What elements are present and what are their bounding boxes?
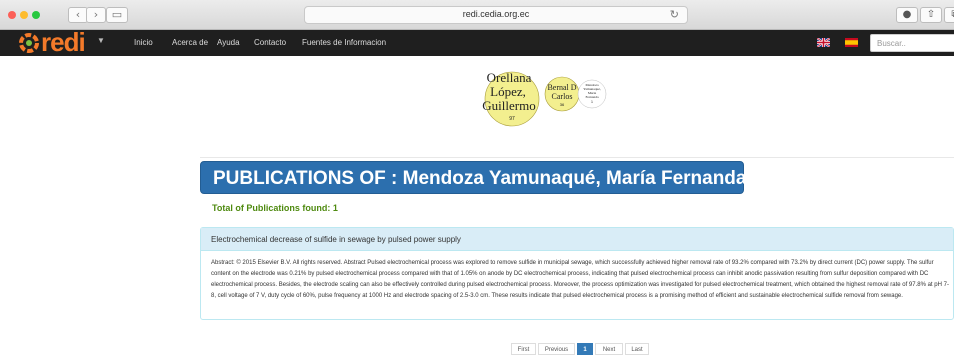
nav-fuentes[interactable]: Fuentes de Informacion xyxy=(302,38,386,47)
pagination-previous[interactable]: Previous xyxy=(538,343,575,355)
search-input[interactable] xyxy=(870,34,954,52)
address-bar[interactable]: redi.cedia.org.ec ↻ xyxy=(304,6,688,24)
publication-card-header[interactable]: Electrochemical decrease of sulfide in s… xyxy=(201,228,953,251)
close-window-button[interactable] xyxy=(8,11,16,19)
tabs-button[interactable]: ⧉ xyxy=(944,7,954,23)
browser-toolbar: ‹ › ▭ redi.cedia.org.ec ↻ ● ⇧ ⧉ xyxy=(0,0,954,30)
pagination-current-page[interactable]: 1 xyxy=(577,343,593,355)
author-name-line: Bernal D xyxy=(547,83,576,92)
publications-count: Total of Publications found: 1 xyxy=(212,203,338,213)
url-text: redi.cedia.org.ec xyxy=(462,9,530,19)
nav-contacto[interactable]: Contacto xyxy=(254,38,286,47)
author-cloud: Orellana López, Guillermo 97 Bernal D Ca… xyxy=(482,70,607,127)
publication-title[interactable]: Electrochemical decrease of sulfide in s… xyxy=(211,235,461,244)
author-count: 97 xyxy=(509,116,515,122)
page-title: PUBLICATIONS OF : Mendoza Yamunaqué, Mar… xyxy=(213,168,747,189)
author-bubble-mendoza[interactable]: Mendoza Yamunaqué, María Fernanda 1 xyxy=(577,79,607,109)
forward-button[interactable]: › xyxy=(86,7,106,23)
author-name-line: Orellana xyxy=(487,70,532,85)
nav-inicio[interactable]: Inicio xyxy=(134,38,153,47)
back-button[interactable]: ‹ xyxy=(68,7,88,23)
maximize-window-button[interactable] xyxy=(32,11,40,19)
reload-icon[interactable]: ↻ xyxy=(670,8,679,21)
author-count: 1 xyxy=(591,100,593,104)
author-name-line: Fernanda xyxy=(585,95,598,99)
nav-ayuda[interactable]: Ayuda xyxy=(217,38,240,47)
section-divider xyxy=(200,157,954,158)
author-name-line: Carlos xyxy=(552,92,573,101)
share-button[interactable]: ⇧ xyxy=(920,7,942,23)
english-flag-icon[interactable] xyxy=(817,38,830,47)
sidebar-toggle-button[interactable]: ▭ xyxy=(106,7,128,23)
spanish-flag-icon[interactable] xyxy=(845,38,858,47)
author-bubble-bernal[interactable]: Bernal D Carlos 36 xyxy=(544,76,580,112)
minimize-window-button[interactable] xyxy=(20,11,28,19)
pagination-first[interactable]: First xyxy=(511,343,536,355)
nav-acerca-de[interactable]: Acerca de xyxy=(172,38,208,47)
pagination-next[interactable]: Next xyxy=(595,343,623,355)
site-navbar: redi ▼ Inicio Acerca de Ayuda Contacto F… xyxy=(0,27,954,58)
author-name-line: López, xyxy=(490,84,526,99)
author-count: 36 xyxy=(560,102,565,107)
redi-logo-text[interactable]: redi xyxy=(41,27,86,58)
author-name-line: Guillermo xyxy=(482,98,535,113)
publications-title-banner: PUBLICATIONS OF : Mendoza Yamunaqué, Mar… xyxy=(200,161,747,194)
publication-card: Electrochemical decrease of sulfide in s… xyxy=(200,227,954,320)
privacy-button[interactable]: ● xyxy=(896,7,918,23)
pagination-last[interactable]: Last xyxy=(625,343,649,355)
redi-logo-icon[interactable] xyxy=(19,33,39,53)
publication-abstract: Abstract: © 2015 Elsevier B.V. All right… xyxy=(211,260,949,299)
author-bubble-orellana[interactable]: Orellana López, Guillermo 97 xyxy=(482,70,540,127)
logo-dropdown-icon[interactable]: ▼ xyxy=(97,36,105,45)
